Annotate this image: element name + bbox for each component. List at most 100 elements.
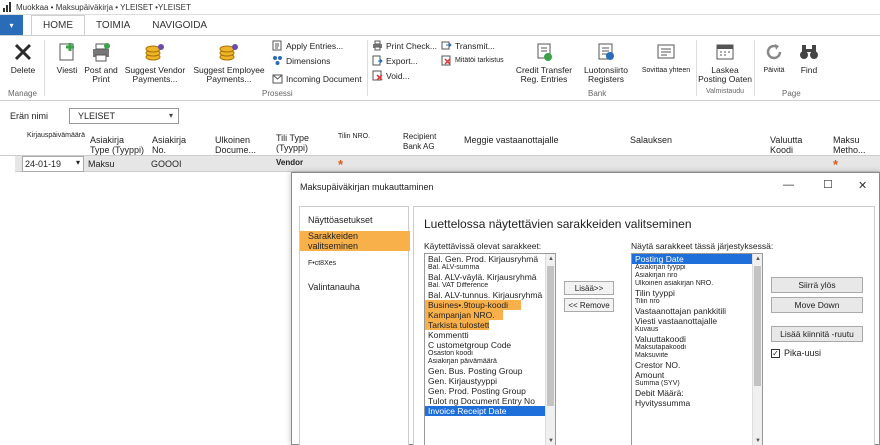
list-item[interactable]: Busines•.9toup-koodi [425,300,521,310]
posting-date-cell[interactable]: 24-01-19 ▾ [22,156,84,172]
credit-transfer-reg-entries-button[interactable]: Credit Transfer Reg. Entries [510,41,578,84]
list-item[interactable]: Bal. ALV-väylä. Kirjausryhmä [425,272,555,282]
list-item[interactable]: Bal. ALV-tunnus. Kirjausryhmä [425,290,555,300]
maximize-icon[interactable]: ☐ [823,178,833,191]
table-row[interactable]: 24-01-19 ▾ Maksu GOOOI Vendor * * [0,156,880,172]
list-item[interactable]: Valuuttakoodi [632,334,762,344]
laskea-posting-oaten-button[interactable]: Laskea Posting Oaten [698,41,752,84]
list-item[interactable]: Gen. Prod. Posting Group [425,386,555,396]
transmit-button[interactable]: Transmit... [441,40,495,51]
void-button[interactable]: Void... [372,70,410,81]
scrollbar[interactable]: ▲ ▼ [545,254,555,445]
move-up-button[interactable]: Siirrä ylös [771,277,863,293]
list-item[interactable]: Amount [632,370,762,380]
column-posting-date[interactable]: Kirjauspäivämäärä [27,132,85,140]
list-item[interactable]: Kuvaus [632,326,762,334]
column-external-document[interactable]: Ulkoinen Documе... [215,135,265,155]
remove-column-button[interactable]: << Remove [564,298,614,312]
list-item[interactable]: Asiakirjan päivämäärä [425,358,555,366]
scroll-down-icon[interactable]: ▼ [546,436,555,445]
luotonsiirto-registers-button[interactable]: Luotonsiirto Registers [578,41,634,84]
quick-new-checkbox-row[interactable]: ✓ Pika-uusi [771,348,821,358]
column-account-type[interactable]: Tili Type (Tyyppi) [276,133,336,153]
column-payment-method[interactable]: Maksu Metho... [833,135,873,155]
list-item[interactable]: Summa (SYV) [632,380,762,388]
suggest-employee-payments-button[interactable]: Suggest Employee Payments... [190,41,268,84]
find-button[interactable]: Find [794,41,824,75]
nav-choose-columns[interactable]: Sarakkeiden valitseminen [300,231,410,251]
list-item-selected[interactable]: Posting Date [632,254,762,264]
minimize-icon[interactable]: — [783,179,794,191]
scroll-up-icon[interactable]: ▲ [753,254,762,264]
list-item[interactable]: Hyvityssumma [632,398,762,408]
column-recipient-bank[interactable]: Recipient Bank AG [403,132,448,152]
export-button[interactable]: Export... [372,55,418,66]
delete-button[interactable]: Delete [6,41,40,75]
calendar-icon [716,44,734,60]
list-item[interactable]: Crestor NO. [632,360,762,370]
tab-toimia[interactable]: TOIMIA [85,15,141,35]
list-item[interactable]: Viesti vastaanottajalle [632,316,762,326]
list-item[interactable]: Bal. ALV-summa [425,264,555,272]
add-column-button[interactable]: Lisää>> [564,281,614,295]
tab-navigoida[interactable]: NAVIGOIDA [141,15,218,35]
close-icon[interactable]: ✕ [858,179,867,192]
list-item-selected[interactable]: Invoice Receipt Date [425,406,555,416]
column-message-to-recipient[interactable]: Meggie vastaanottajalle [464,135,559,145]
available-columns-list[interactable]: Bal. Gen. Prod. Kirjausryhmä Bal. ALV-su… [424,253,556,445]
account-type-cell[interactable]: Vendor [276,158,303,167]
list-item[interactable]: Gen. Kirjaustyyppi [425,376,555,386]
scrollbar[interactable]: ▲ ▼ [752,254,762,445]
column-document-type[interactable]: Asiakirja Type (Tyyppi) [90,135,145,155]
list-item[interactable]: Gen. Bus. Posting Group [425,366,555,376]
nav-display-settings[interactable]: Näyttöasetukset [300,210,410,230]
scroll-up-icon[interactable]: ▲ [546,254,555,264]
document-type-cell[interactable]: Maksu [88,159,115,169]
dimensions-button[interactable]: Dimensions [272,55,330,66]
list-item[interactable]: C ustometgroup Code [425,340,555,350]
list-item[interactable]: Tilin nro [632,298,762,306]
incoming-document-button[interactable]: Incoming Document [272,73,362,84]
file-menu-button[interactable]: ▾ [0,15,23,35]
tab-home[interactable]: HOME [31,15,85,35]
column-currency-code[interactable]: Valuutta Koodi [770,135,812,155]
mitatoi-tarkistus-button[interactable]: Mitätöi tarkistus [441,55,504,66]
list-item[interactable]: Osaston koodi [425,350,555,358]
list-item[interactable]: Maksuviite [632,352,762,360]
scroll-down-icon[interactable]: ▼ [753,436,762,445]
shown-columns-list[interactable]: Posting Date Asiakirjan tyyppi Asiakirja… [631,253,763,445]
refresh-button[interactable]: Päivitä [758,41,790,75]
suggest-vendor-payments-button[interactable]: Suggest Vendor Payments... [120,41,190,84]
list-item[interactable]: Maksutapakoodi [632,344,762,352]
move-down-button[interactable]: Move Down [771,297,863,313]
apply-entries-button[interactable]: Apply Entries... [272,40,343,51]
list-item[interactable]: Ulkoinen asiakirjan NRO. [632,280,762,288]
document-no-cell[interactable]: GOOOI [151,159,182,169]
scrollbar-thumb[interactable] [754,266,761,386]
batch-name-select[interactable]: YLEISET ▾ [69,108,179,124]
nav-ribbon[interactable]: Valintanauha [300,277,410,297]
viesti-button[interactable]: Viesti [52,41,82,75]
add-pinned-pane-button[interactable]: Lisää kiinnitä -ruutu [771,326,863,342]
column-document-no[interactable]: Asiakirja No. [152,135,197,155]
list-item[interactable]: Bal. Gen. Prod. Kirjausryhmä [425,254,555,264]
list-item[interactable]: Tarkista tulostettu [425,320,489,330]
quick-new-checkbox[interactable]: ✓ [771,348,780,358]
column-account-no[interactable]: Tilin NRO. [338,133,370,141]
post-and-print-button[interactable]: Post and Print [82,41,120,84]
list-item[interactable]: Tilin tyyppi [632,288,762,298]
list-item[interactable]: Vastaanottajan pankkitili [632,306,762,316]
list-item[interactable]: Kommentti [425,330,555,340]
column-salauksen[interactable]: Salauksen [630,135,672,145]
list-item[interactable]: Asiakirjan nro [632,272,762,280]
sovittaa-yhteen-button[interactable]: Sovittaa yhteen [638,41,694,75]
list-item[interactable]: Bal. VAT Difference [425,282,555,290]
ribbon-separator [696,40,697,96]
print-check-button[interactable]: Print Check... [372,40,437,51]
scrollbar-thumb[interactable] [547,266,554,406]
nav-factboxes[interactable]: F•ct8Xes [300,253,410,273]
list-item[interactable]: Debit Määrä: [632,388,762,398]
list-item[interactable]: Asiakirjan tyyppi [632,264,762,272]
list-item[interactable]: Tulot ng Document Entry No [425,396,555,406]
list-item[interactable]: Kampanjan NRO. [425,310,503,320]
